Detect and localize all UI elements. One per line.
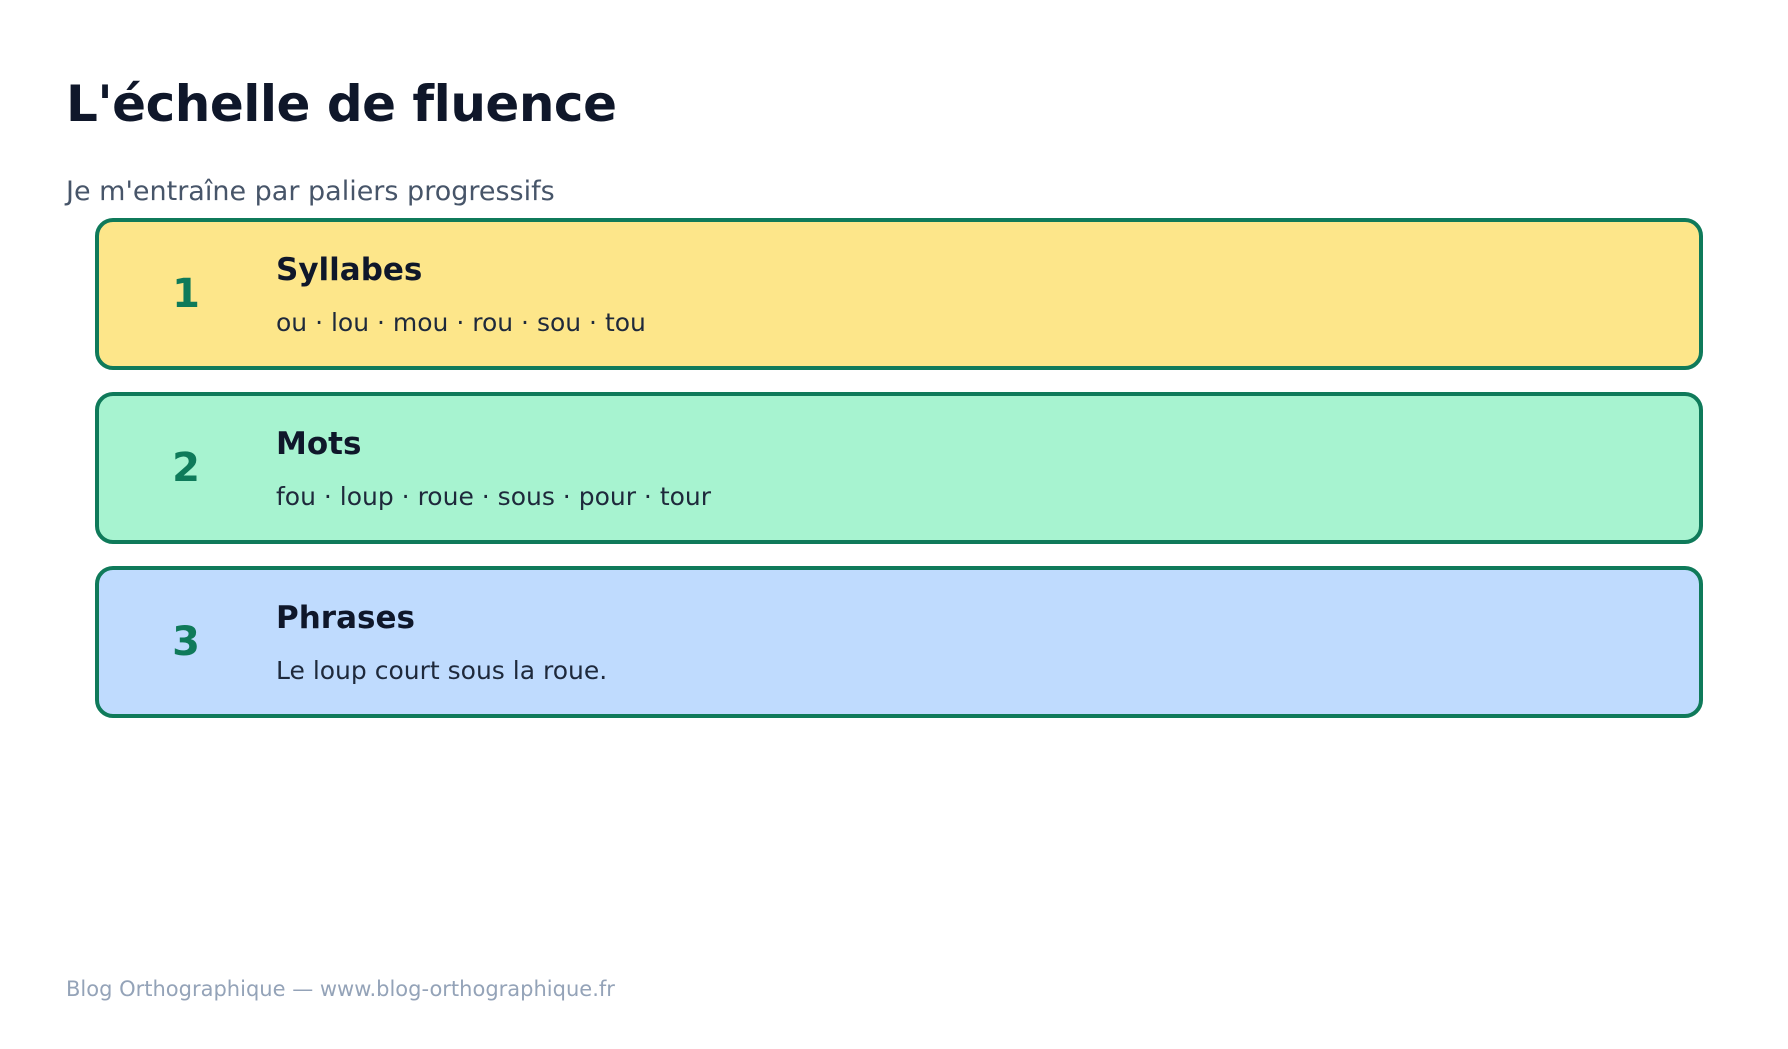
level-title: Syllabes bbox=[276, 252, 423, 288]
level-title: Phrases bbox=[276, 600, 415, 636]
level-content: ou · lou · mou · rou · sou · tou bbox=[276, 308, 646, 337]
page-title: L'échelle de fluence bbox=[66, 75, 617, 133]
level-content: fou · loup · roue · sous · pour · tour bbox=[276, 482, 712, 511]
footer-credit: Blog Orthographique — www.blog-orthograp… bbox=[66, 977, 615, 1001]
level-card-mots: 2 Mots fou · loup · roue · sous · pour ·… bbox=[95, 392, 1703, 544]
level-number: 2 bbox=[172, 445, 200, 491]
fluency-levels-list: 1 Syllabes ou · lou · mou · rou · sou · … bbox=[95, 218, 1703, 740]
level-number: 3 bbox=[172, 619, 200, 665]
level-card-syllabes: 1 Syllabes ou · lou · mou · rou · sou · … bbox=[95, 218, 1703, 370]
level-title: Mots bbox=[276, 426, 362, 462]
level-content: Le loup court sous la roue. bbox=[276, 656, 608, 685]
level-number: 1 bbox=[172, 271, 200, 317]
level-card-phrases: 3 Phrases Le loup court sous la roue. bbox=[95, 566, 1703, 718]
page-subtitle: Je m'entraîne par paliers progressifs bbox=[66, 176, 555, 207]
